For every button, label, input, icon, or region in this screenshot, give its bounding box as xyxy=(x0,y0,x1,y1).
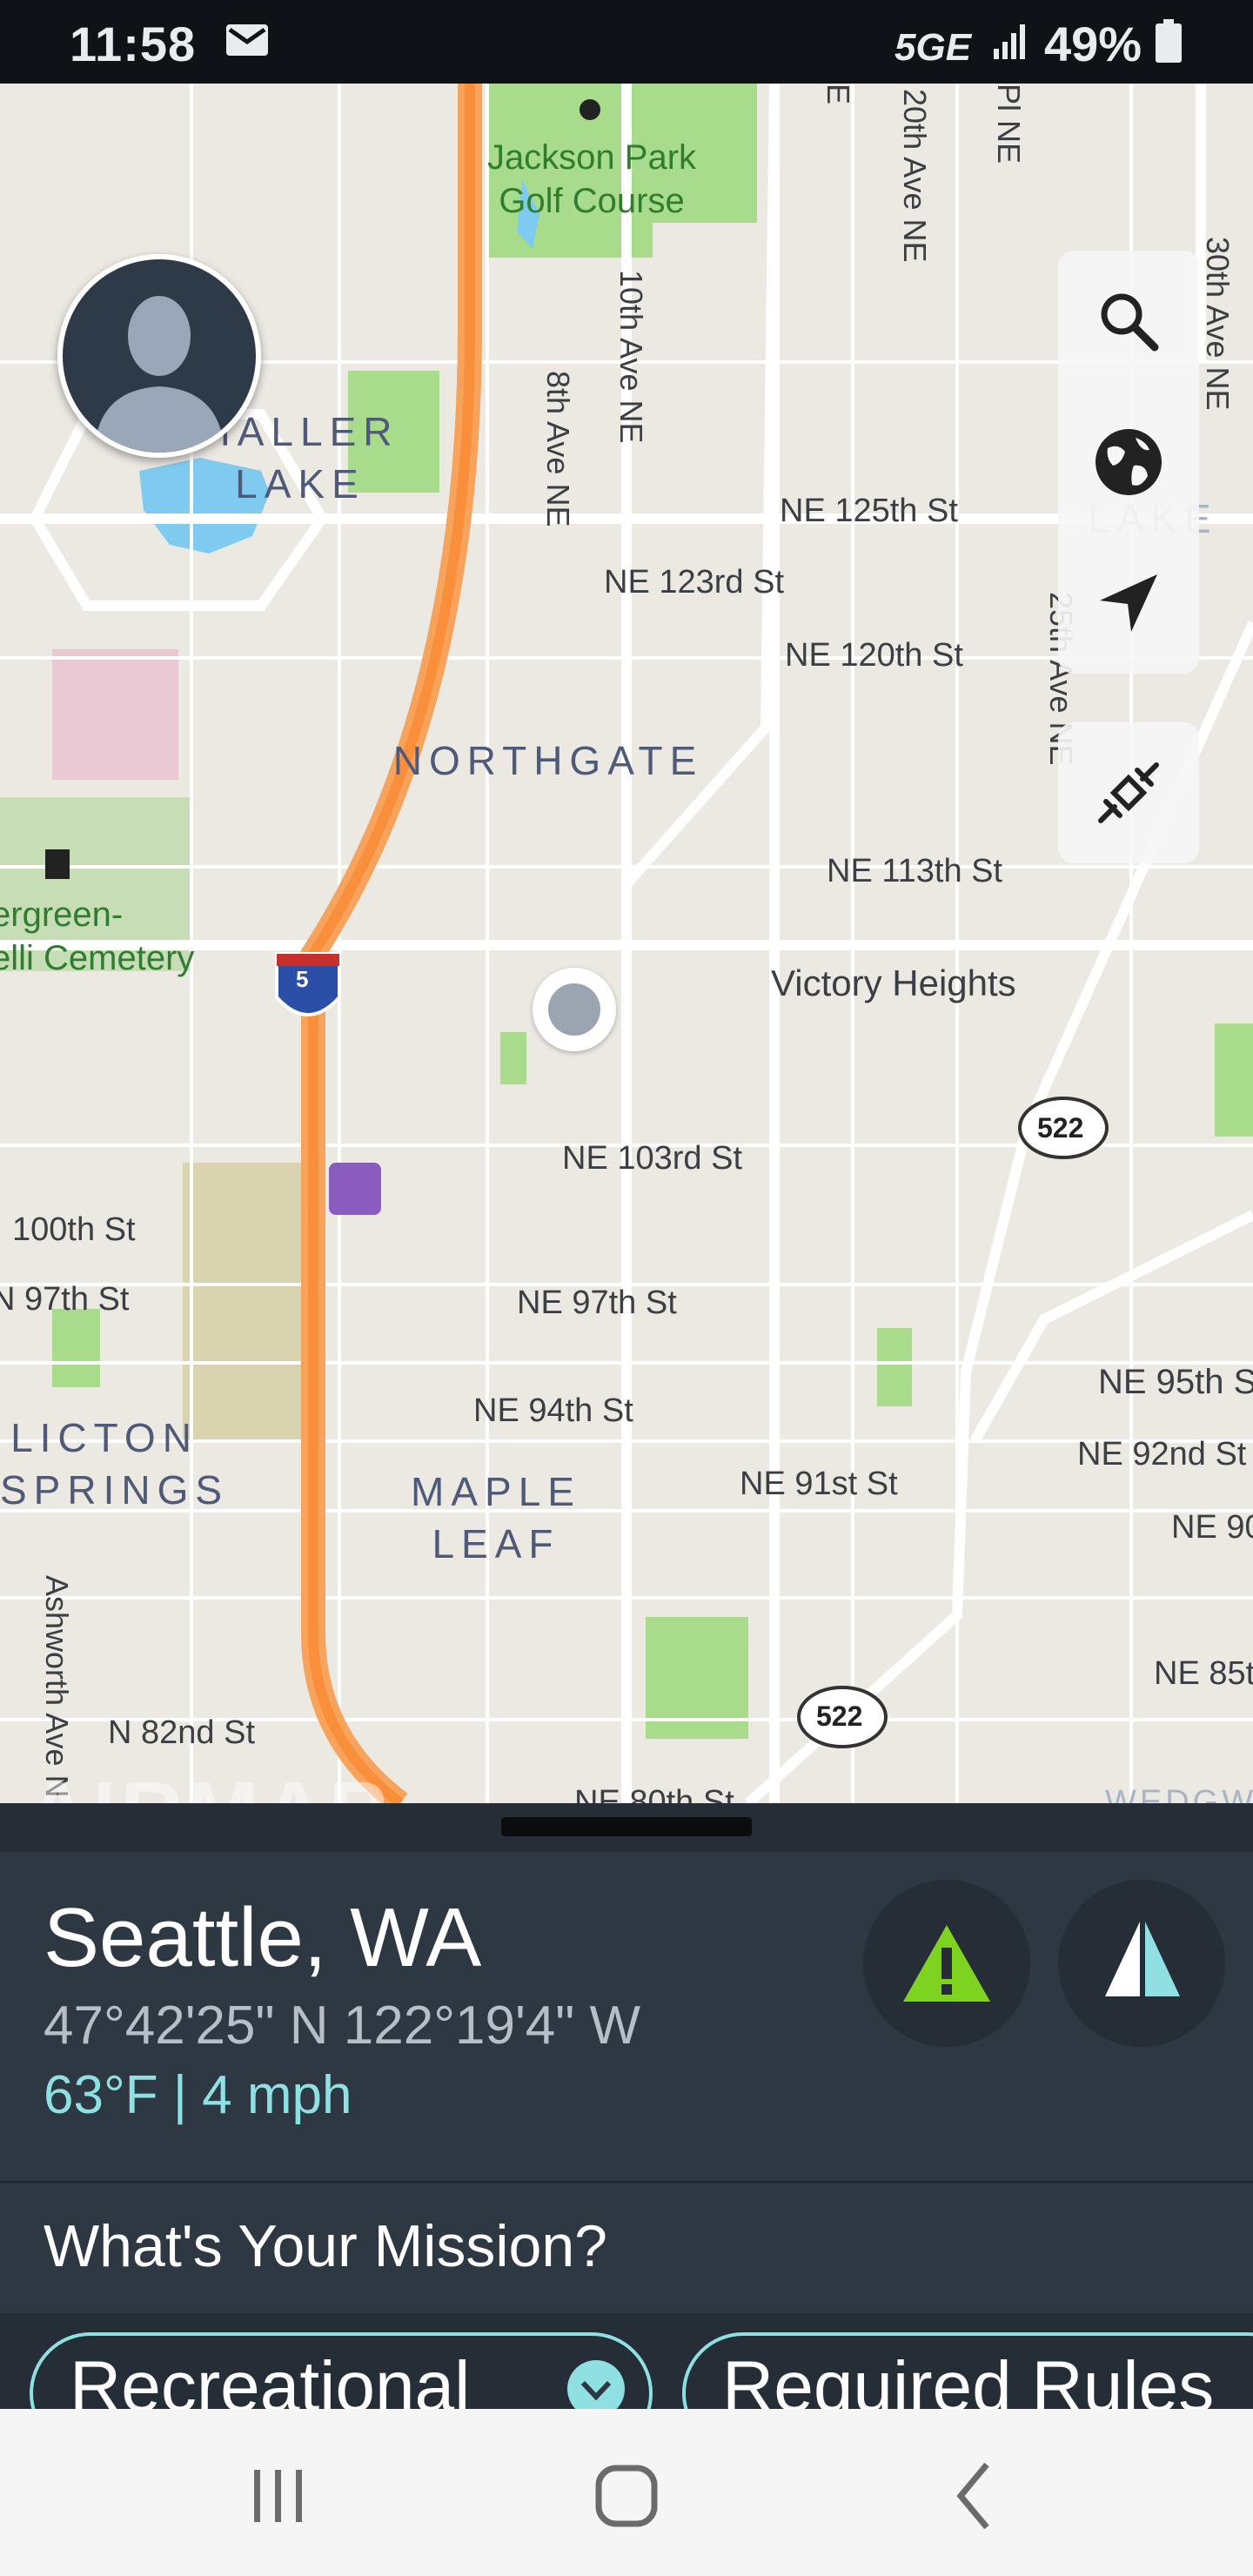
park-label-cemetery: ergreen-elli Cemetery xyxy=(0,896,195,977)
user-avatar-icon xyxy=(94,296,224,453)
street-30th-ave: 30th Ave NE xyxy=(1200,237,1236,411)
warning-icon xyxy=(903,1925,990,2002)
home-icon[interactable] xyxy=(583,2452,670,2539)
locate-me-button[interactable] xyxy=(1058,533,1199,674)
required-rules-button[interactable]: Required Rules xyxy=(682,2332,1253,2411)
street-ne120: NE 120th St xyxy=(785,637,963,674)
district-licton-springs: LICTON SPRINGS xyxy=(0,1415,230,1513)
brief-button[interactable] xyxy=(1058,1880,1225,2047)
battery-percent: 49% xyxy=(1044,17,1142,71)
globe-icon xyxy=(1096,429,1162,495)
status-time: 11:58 xyxy=(70,17,197,71)
back-icon[interactable] xyxy=(931,2452,1018,2539)
airspace-layers-button[interactable] xyxy=(1058,722,1199,863)
street-ne90: NE 90 xyxy=(1171,1509,1253,1546)
chevron-down-icon xyxy=(567,2360,625,2411)
search-icon xyxy=(1101,293,1159,352)
required-rules-label: Required Rules xyxy=(722,2347,1215,2411)
mission-pill-row: Recreational Required Rules xyxy=(0,2313,1253,2411)
street-ne113: NE 113th St xyxy=(827,853,1003,889)
location-sheet: Seattle, WA 47°42'25" N 122°19'4" W 63°F… xyxy=(0,1803,1253,2411)
street-n82: N 82nd St xyxy=(108,1714,255,1751)
street-ne95: NE 95th S xyxy=(1098,1363,1253,1401)
street-8th-ave: 8th Ave NE xyxy=(540,371,576,527)
drag-handle[interactable] xyxy=(501,1817,752,1836)
battery-icon xyxy=(1156,19,1182,63)
mission-type-selector[interactable]: Recreational xyxy=(30,2332,653,2411)
sheet-divider xyxy=(0,2181,1253,2183)
street-ne80: NE 80th St xyxy=(574,1784,734,1803)
street-ne97: NE 97th St xyxy=(517,1285,677,1321)
status-bar: 11:58 5GE 49% xyxy=(0,0,1253,84)
street-ne123: NE 123rd St xyxy=(604,564,784,600)
search-button[interactable] xyxy=(1058,251,1199,392)
map-view[interactable]: Jackson Park Golf Course ergreen-elli Cem… xyxy=(0,84,1253,1803)
location-city: Seattle, WA xyxy=(44,1891,482,1984)
street-10th-ave: 10th Ave NE xyxy=(613,270,649,444)
sheet-handle-bar[interactable] xyxy=(0,1803,1253,1852)
current-location-marker xyxy=(533,968,616,1051)
district-northgate: NORTHGATE xyxy=(392,738,704,783)
satellite-icon xyxy=(1098,762,1159,823)
system-nav-bar xyxy=(0,2409,1253,2576)
signal-icon xyxy=(994,24,1025,59)
street-ne94: NE 94th St xyxy=(473,1392,633,1429)
locate-arrow-icon xyxy=(1100,574,1157,632)
street-pl-ne: Pl NE xyxy=(991,84,1027,164)
street-ne92: NE 92nd St xyxy=(1077,1436,1247,1472)
street-n100: 100th St xyxy=(12,1211,136,1248)
mission-type-label: Recreational xyxy=(70,2347,471,2411)
profile-avatar-button[interactable] xyxy=(57,254,261,458)
street-ne91: NE 91st St xyxy=(740,1466,898,1502)
street-ne103: NE 103rd St xyxy=(562,1140,742,1177)
network-type: 5GE xyxy=(895,26,972,69)
shield-i5-number: 5 xyxy=(296,966,309,992)
airmap-logo-icon xyxy=(1105,1922,1180,1996)
mission-title: What's Your Mission? xyxy=(44,2213,607,2279)
street-ne85: NE 85t xyxy=(1154,1655,1253,1692)
location-weather: 63°F | 4 mph xyxy=(44,2065,352,2125)
map-style-button[interactable] xyxy=(1058,392,1199,533)
map-partial-label: WEDGW xyxy=(1105,1784,1253,1803)
park-label-jackson: Jackson Park Golf Course xyxy=(486,138,697,220)
recent-apps-icon[interactable] xyxy=(235,2452,322,2539)
location-coordinates: 47°42'25" N 122°19'4" W xyxy=(44,1996,641,2056)
street-n97: N 97th St xyxy=(0,1281,130,1318)
map-toolbar xyxy=(1058,251,1199,863)
shield-522-number-south: 522 xyxy=(816,1701,863,1732)
advisory-button[interactable] xyxy=(863,1880,1030,2047)
district-maple-leaf: MAPLE LEAF xyxy=(411,1469,581,1566)
shield-522-number: 522 xyxy=(1037,1112,1084,1144)
place-victory-heights: Victory Heights xyxy=(771,963,1016,1003)
street-20th-ave: 20th Ave NE xyxy=(897,89,933,263)
airmap-watermark: AIRMAP xyxy=(26,1763,390,1803)
street-ne125: NE 125th St xyxy=(780,493,958,529)
street-e: E xyxy=(821,84,856,105)
mail-icon xyxy=(226,24,268,56)
